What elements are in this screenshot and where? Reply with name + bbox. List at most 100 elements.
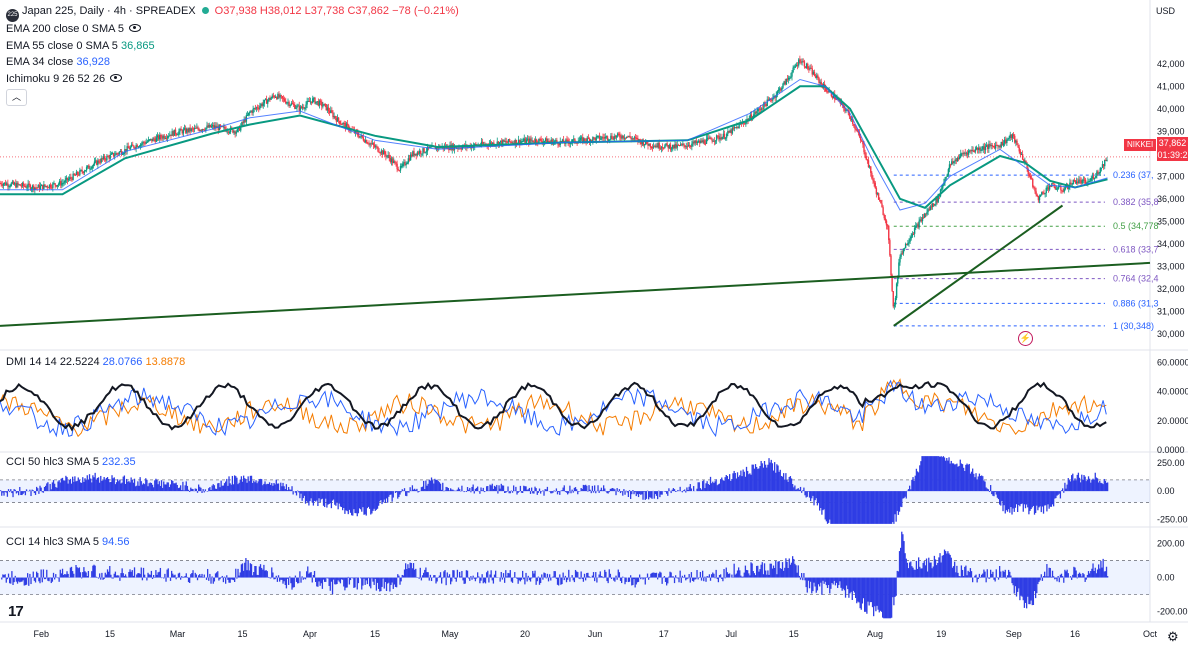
visibility-eye-icon[interactable] <box>110 74 123 82</box>
currency-label[interactable]: USD <box>1156 6 1175 16</box>
cci14-bar <box>468 577 470 579</box>
x-tick-label: 15 <box>370 629 380 639</box>
cci50-bar <box>356 491 358 517</box>
cci50-bar <box>811 491 813 499</box>
candle-body <box>0 183 2 185</box>
cci50-bar <box>469 487 471 492</box>
cci50-bar <box>121 482 123 492</box>
cci50-bar <box>95 479 97 492</box>
cci50-bar <box>39 485 41 492</box>
cci14-bar <box>1059 574 1062 578</box>
cci50-bar <box>666 491 668 494</box>
cci14-bar <box>360 577 362 579</box>
tradingview-logo[interactable]: 17 <box>8 603 24 620</box>
cci14-bar <box>509 570 511 578</box>
indicator-ema55[interactable]: EMA 55 close 0 SMA 5 36,865 <box>6 39 155 53</box>
settings-gear-icon[interactable]: ⚙ <box>1167 629 1179 645</box>
cci14-bar <box>594 577 596 582</box>
cci14-bar <box>628 577 631 582</box>
cci14-bar <box>1055 577 1057 579</box>
cci50-bar <box>239 479 241 492</box>
cci14-bar <box>622 576 624 578</box>
cci50-bar <box>559 491 561 495</box>
candle-body <box>174 129 177 134</box>
cci14-bar <box>32 571 34 578</box>
symbol-title[interactable]: Japan 225, Daily · 4h · SPREADEX <box>22 5 196 17</box>
ohlc-change: −78 (−0.21%) <box>392 5 459 17</box>
candle-body <box>658 143 660 149</box>
cci50-bar <box>804 491 806 496</box>
cci14-bar <box>613 577 615 581</box>
cci14-bar <box>11 571 13 578</box>
cci50-bar <box>109 482 111 492</box>
cci14-bar <box>902 534 904 578</box>
cci14-bar <box>1020 577 1022 596</box>
candle-body <box>273 96 276 98</box>
cci50-legend[interactable]: CCI 50 hlc3 SMA 5 232.35 <box>6 455 136 469</box>
visibility-eye-icon[interactable] <box>129 24 142 32</box>
cci50-bar <box>888 491 891 524</box>
candle-body <box>1012 134 1015 136</box>
cci50-bar <box>4 491 6 492</box>
dmi-legend[interactable]: DMI 14 14 22.5224 28.0766 13.8878 <box>6 355 185 369</box>
cci14-bar <box>1100 560 1102 578</box>
candle-body <box>791 72 793 77</box>
cci50-bar <box>1019 491 1021 507</box>
cci14-bar <box>988 577 991 579</box>
collapse-legend-button[interactable]: ︿ <box>6 89 27 106</box>
cci50-bar <box>32 490 34 492</box>
cci14-bar <box>247 560 249 578</box>
cci50-bar <box>320 491 322 500</box>
cci14-legend[interactable]: CCI 14 hlc3 SMA 5 94.56 <box>6 535 130 549</box>
flash-icon[interactable]: ⚡ <box>1018 331 1033 346</box>
candle-body <box>7 183 9 187</box>
cci50-bar <box>402 490 405 492</box>
cci14-bar <box>315 577 317 583</box>
cci50-title: CCI 50 hlc3 SMA 5 <box>6 456 99 468</box>
cci14-bar <box>462 577 464 581</box>
cci14-bar <box>680 577 682 583</box>
cci14-bar <box>486 572 488 578</box>
cci50-bar <box>447 487 450 492</box>
cci50-bar <box>966 463 968 492</box>
cci50-bar <box>552 491 554 493</box>
candle-body <box>849 116 852 120</box>
cci14-bar <box>608 569 610 578</box>
cci50-bar <box>932 456 934 492</box>
cci14-bar <box>585 577 587 581</box>
cci50-bar <box>592 491 595 493</box>
cci14-bar <box>59 569 61 578</box>
cci14-bar <box>916 568 919 578</box>
indicator-ema34[interactable]: EMA 34 close 36,928 <box>6 55 110 69</box>
cci50-bar <box>326 491 328 508</box>
cci14-bar <box>536 577 538 582</box>
cci14-bar <box>1105 566 1108 578</box>
cci50-bar <box>697 482 699 492</box>
cci14-bar <box>813 577 815 583</box>
cci50-bar <box>838 491 840 524</box>
cci50-bar <box>1038 491 1040 508</box>
candle-body <box>901 253 903 255</box>
cci14-bar <box>1035 577 1037 599</box>
cci14-bar <box>657 577 659 580</box>
cci14-bar <box>238 575 240 578</box>
chart-canvas[interactable]: 42,00041,00040,00039,00038,00037,00036,0… <box>0 0 1188 647</box>
cci14-bar <box>136 574 138 578</box>
indicator-ichimoku[interactable]: Ichimoku 9 26 52 26 <box>6 72 123 86</box>
cci14-bar <box>704 576 706 578</box>
cci50-bar <box>517 491 519 493</box>
candle-body <box>782 83 784 88</box>
cci14-bar <box>901 531 903 578</box>
cci50-bar <box>529 491 532 494</box>
cci50-bar <box>1028 491 1030 515</box>
cci50-bar <box>984 481 986 492</box>
cci50-bar <box>481 490 483 492</box>
cci50-bar <box>819 491 821 511</box>
cci50-bar <box>798 489 801 492</box>
cci14-bar <box>904 553 906 578</box>
cci50-bar <box>221 485 223 492</box>
indicator-ema200[interactable]: EMA 200 close 0 SMA 5 <box>6 22 142 36</box>
cci14-bar <box>921 568 923 578</box>
cci50-bar <box>499 488 501 492</box>
cci14-bar <box>699 571 702 578</box>
